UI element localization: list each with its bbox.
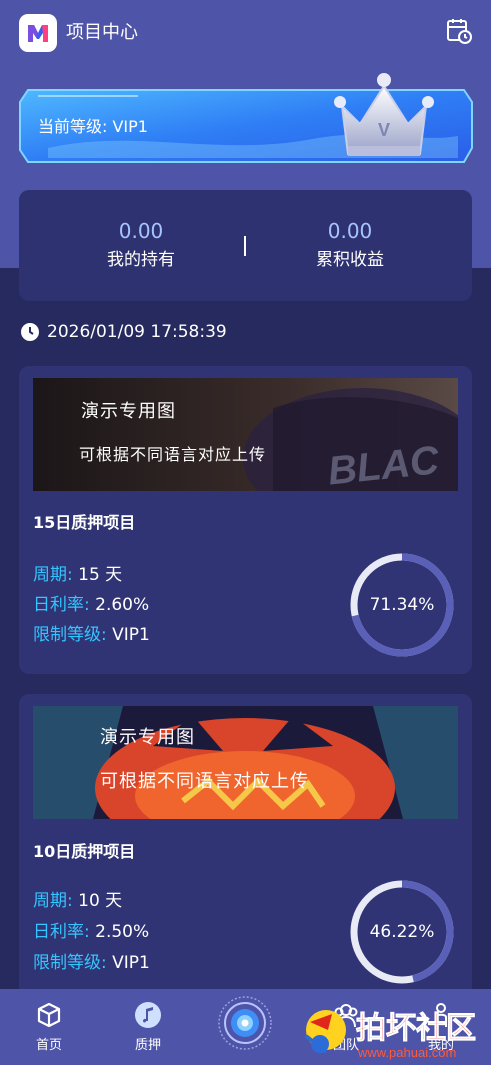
svg-text:V: V xyxy=(378,120,390,140)
period-row: 周期: 15 天 xyxy=(33,563,122,587)
calendar-clock-icon[interactable] xyxy=(444,16,474,46)
music-note-icon xyxy=(134,1001,162,1029)
rate-value: 2.50% xyxy=(95,922,150,942)
level-row: 限制等级: VIP1 xyxy=(33,623,150,647)
image-subtitle: 可根据不同语言对应上传 xyxy=(79,445,267,464)
image-title: 演示专用图 xyxy=(81,401,176,422)
period-row: 周期: 10 天 xyxy=(33,889,122,913)
project-image: BLAC 演示专用图 可根据不同语言对应上传 xyxy=(33,378,458,491)
rate-label: 日利率: xyxy=(33,595,90,615)
holding-value: 0.00 xyxy=(118,219,164,243)
period-label: 周期: xyxy=(33,891,73,911)
project-name: 10日质押项目 xyxy=(33,842,136,861)
project-image: 演示专用图 可根据不同语言对应上传 xyxy=(33,706,458,819)
earnings-stat[interactable]: 0.00 累积收益 xyxy=(270,218,430,272)
level-value: VIP1 xyxy=(112,953,150,973)
watermark-logo: 拍坏社区 www.pahuai.com xyxy=(298,1000,484,1062)
period-label: 周期: xyxy=(33,565,73,585)
project-card[interactable]: BLAC 演示专用图 可根据不同语言对应上传 15日质押项目 周期: 15 天 … xyxy=(19,366,472,674)
earnings-value: 0.00 xyxy=(327,219,373,243)
top-bar: 项目中心 xyxy=(0,0,491,66)
page-title: 项目中心 xyxy=(66,22,138,43)
rate-label: 日利率: xyxy=(33,922,90,942)
clock-icon xyxy=(20,322,40,342)
period-value: 15 天 xyxy=(78,565,123,585)
tab-home[interactable]: 首页 xyxy=(9,989,89,1065)
current-datetime: 2026/01/09 17:58:39 xyxy=(47,322,227,342)
app-logo-icon xyxy=(19,14,57,52)
tab-label: 首页 xyxy=(35,1038,62,1053)
svg-text:www.pahuai.com: www.pahuai.com xyxy=(357,1045,456,1060)
level-value: VIP1 xyxy=(112,625,150,645)
cube-icon xyxy=(35,1001,63,1029)
project-card[interactable]: 演示专用图 可根据不同语言对应上传 10日质押项目 周期: 10 天 日利率: … xyxy=(19,694,472,1014)
progress-percent: 71.34% xyxy=(369,595,435,615)
image-title: 演示专用图 xyxy=(100,727,195,748)
stats-divider xyxy=(244,236,246,256)
progress-percent: 46.22% xyxy=(369,922,435,942)
earnings-label: 累积收益 xyxy=(316,250,384,270)
holding-label: 我的持有 xyxy=(107,250,175,270)
crown-icon: V xyxy=(330,66,438,164)
rate-row: 日利率: 2.50% xyxy=(33,920,149,944)
rate-value: 2.60% xyxy=(95,595,150,615)
holding-stat[interactable]: 0.00 我的持有 xyxy=(61,218,221,272)
svg-text:拍坏社区: 拍坏社区 xyxy=(356,1011,476,1046)
period-value: 10 天 xyxy=(78,891,123,911)
center-circle-icon[interactable] xyxy=(218,996,272,1050)
level-row: 限制等级: VIP1 xyxy=(33,951,150,975)
rate-row: 日利率: 2.60% xyxy=(33,593,149,617)
level-label: 限制等级: xyxy=(33,953,107,973)
tab-stake[interactable]: 质押 xyxy=(108,989,188,1065)
level-label: 限制等级: xyxy=(33,625,107,645)
project-name: 15日质押项目 xyxy=(33,513,136,532)
image-subtitle: 可根据不同语言对应上传 xyxy=(100,771,309,792)
tab-label: 质押 xyxy=(134,1038,161,1053)
current-level-label: 当前等级: VIP1 xyxy=(38,117,148,136)
